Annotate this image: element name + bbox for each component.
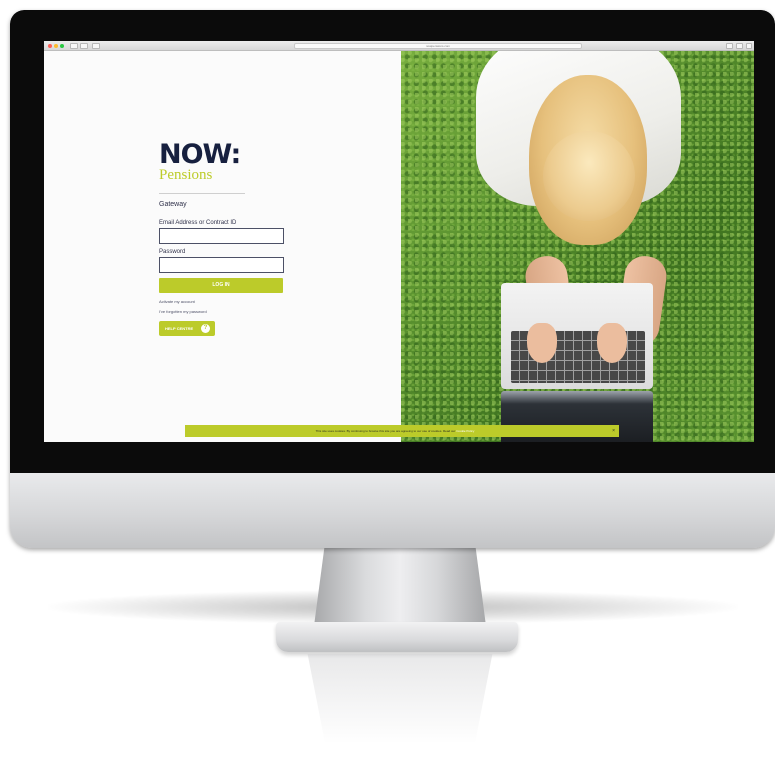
divider — [159, 193, 245, 194]
close-window-icon[interactable] — [48, 44, 52, 48]
browser-toolbar: nowpensions.com — [44, 41, 754, 51]
email-label: Email Address or Contract ID — [159, 220, 237, 226]
browser-window: nowpensions.com NOW: Pensions Gateway Em… — [44, 41, 754, 442]
cookie-policy-link[interactable]: Cookie Policy — [456, 429, 474, 433]
photo-hand-right — [597, 323, 627, 363]
imac-stand-neck — [314, 548, 486, 626]
photo-hand-left — [527, 323, 557, 363]
photo-hair-highlight — [543, 131, 635, 221]
now-pensions-logo: NOW: Pensions — [159, 139, 249, 183]
cookie-banner: This site uses cookies. By continuing to… — [185, 425, 619, 437]
imac-chin — [10, 473, 775, 548]
hero-photo — [401, 51, 754, 442]
sidebar-toggle-button[interactable] — [92, 43, 100, 49]
email-field[interactable] — [159, 228, 284, 244]
stand-reflection — [307, 654, 493, 744]
section-title: Gateway — [159, 201, 187, 208]
address-bar[interactable]: nowpensions.com — [294, 43, 582, 49]
help-circle-icon: ? — [201, 324, 210, 333]
close-icon[interactable]: × — [612, 425, 615, 437]
password-label: Password — [159, 249, 186, 255]
forgot-password-link[interactable]: I've forgotten my password — [159, 309, 207, 314]
help-centre-label: HELP CENTRE — [165, 326, 194, 331]
login-panel — [44, 51, 401, 442]
password-field[interactable] — [159, 257, 284, 273]
login-button[interactable]: LOG IN — [159, 278, 283, 293]
new-tab-button[interactable] — [746, 43, 752, 49]
help-centre-button[interactable]: HELP CENTRE ? — [159, 321, 215, 336]
logo-subword: Pensions — [159, 167, 213, 183]
cookie-message: This site uses cookies. By continuing to… — [315, 429, 456, 433]
cookie-text-wrap: This site uses cookies. By continuing to… — [185, 425, 605, 437]
forward-button[interactable] — [80, 43, 88, 49]
minimize-window-icon[interactable] — [54, 44, 58, 48]
tabs-button[interactable] — [736, 43, 743, 49]
imac-stand-base — [276, 622, 518, 652]
back-button[interactable] — [70, 43, 78, 49]
zoom-window-icon[interactable] — [60, 44, 64, 48]
share-button[interactable] — [726, 43, 733, 49]
logo-wordmark: NOW: — [159, 139, 241, 170]
activate-account-link[interactable]: Activate my account — [159, 299, 195, 304]
